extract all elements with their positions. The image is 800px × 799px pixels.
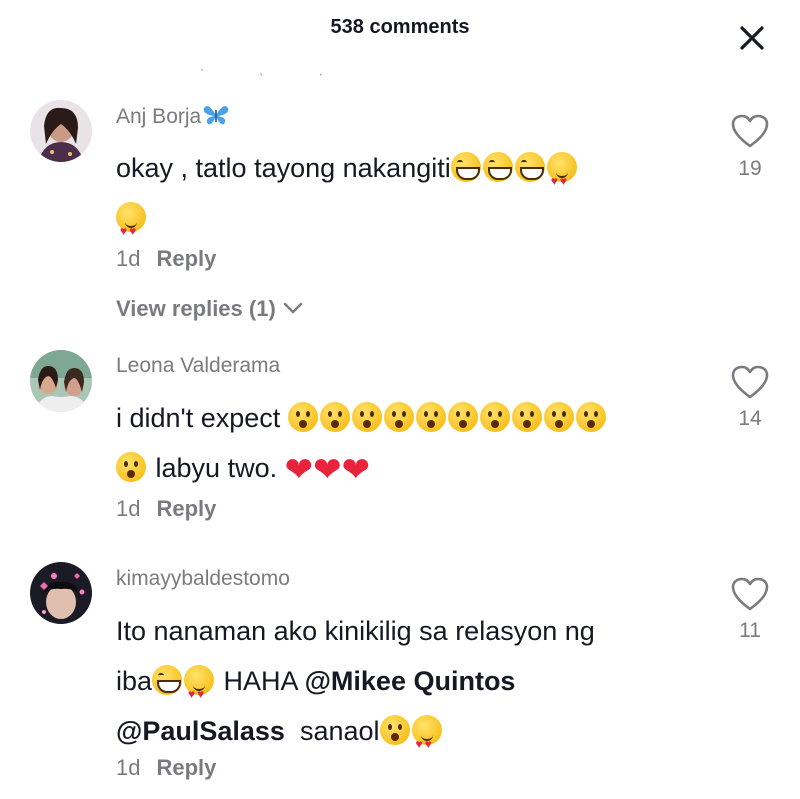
comments-count-title: 538 comments [330, 16, 470, 38]
hushed-face-emoji [351, 402, 382, 432]
hushed-face-emoji [575, 402, 606, 432]
grinning-face-emoji [450, 152, 481, 182]
comment-meta: 1d Reply [116, 246, 216, 272]
hushed-face-emoji [543, 402, 574, 432]
smiling-face-with-hearts-emoji [116, 202, 146, 256]
hushed-face-emoji [447, 402, 478, 432]
scroll-indicator: · ˎ ˏ [200, 62, 349, 76]
butterfly-icon [202, 104, 230, 126]
comment-text-content: HAHA [223, 666, 298, 696]
hushed-face-emoji [511, 402, 542, 432]
comment-meta: 1d Reply [116, 755, 216, 781]
like-count: 14 [738, 407, 762, 430]
hushed-face-emoji [116, 452, 146, 482]
reply-button[interactable]: Reply [156, 246, 216, 271]
comment-text: Ito nanaman ako kinikilig sa relasyon ng… [116, 606, 706, 769]
comment-text-content: sanaol [299, 716, 380, 746]
red-heart-emoji: ❤ [313, 451, 342, 489]
comment-text: okay , tatlo tayong nakangiti [116, 143, 676, 256]
user-mention[interactable]: @PaulSalass [116, 716, 285, 746]
chevron-down-icon [283, 302, 303, 314]
kissing-face-emoji [411, 715, 442, 769]
red-heart-emoji: ❤ [284, 451, 314, 489]
comment-text-content: okay , tatlo tayong nakangiti [116, 153, 451, 183]
comment-time: 1d [116, 755, 141, 780]
comment-time: 1d [116, 496, 141, 521]
comment-username[interactable]: Anj Borja [116, 104, 230, 129]
comment-username[interactable]: kimayybaldestomo [116, 567, 290, 591]
username-text: Anj Borja [116, 105, 202, 128]
comment-username[interactable]: Leona Valderama [116, 354, 280, 378]
like-count: 11 [739, 619, 761, 642]
hushed-face-emoji [415, 402, 446, 432]
comment-time: 1d [116, 246, 141, 271]
user-mention[interactable]: @Mikee Quintos [305, 666, 516, 696]
heart-eyes-emoji [184, 665, 215, 719]
crying-face-emoji [379, 715, 410, 745]
view-replies-button[interactable]: View replies (1) [116, 296, 304, 322]
hushed-face-emoji [383, 402, 414, 432]
reply-button[interactable]: Reply [156, 496, 216, 521]
like-count: 19 [738, 157, 762, 180]
comment-text: i didn't expect labyu two. ❤❤❤ [116, 393, 676, 493]
hushed-face-emoji [287, 402, 318, 432]
avatar[interactable] [30, 100, 92, 162]
comment-text-content: Ito nanaman ako kinikilig sa relasyon ng [116, 616, 595, 646]
comment-text-content: iba [116, 666, 153, 696]
like-heart-icon[interactable] [730, 113, 770, 149]
sneezing-face-emoji [152, 665, 183, 695]
avatar[interactable] [30, 350, 92, 412]
reply-button[interactable]: Reply [156, 755, 216, 780]
like-heart-icon[interactable] [730, 364, 770, 400]
like-heart-icon[interactable] [730, 576, 770, 612]
view-replies-label: View replies (1) [116, 296, 276, 321]
comments-header: 538 comments [0, 0, 800, 58]
hushed-face-emoji [319, 402, 350, 432]
hushed-face-emoji [479, 402, 510, 432]
grinning-face-emoji [514, 152, 545, 182]
grinning-face-emoji [482, 152, 513, 182]
smiling-face-with-hearts-emoji [546, 152, 577, 206]
red-heart-emoji: ❤ [341, 451, 371, 489]
comment-text-content: i didn't expect [116, 403, 281, 433]
close-icon[interactable] [734, 20, 770, 56]
comment-meta: 1d Reply [116, 496, 216, 522]
comment-text-content: labyu two. [155, 453, 278, 483]
avatar[interactable] [30, 562, 92, 624]
